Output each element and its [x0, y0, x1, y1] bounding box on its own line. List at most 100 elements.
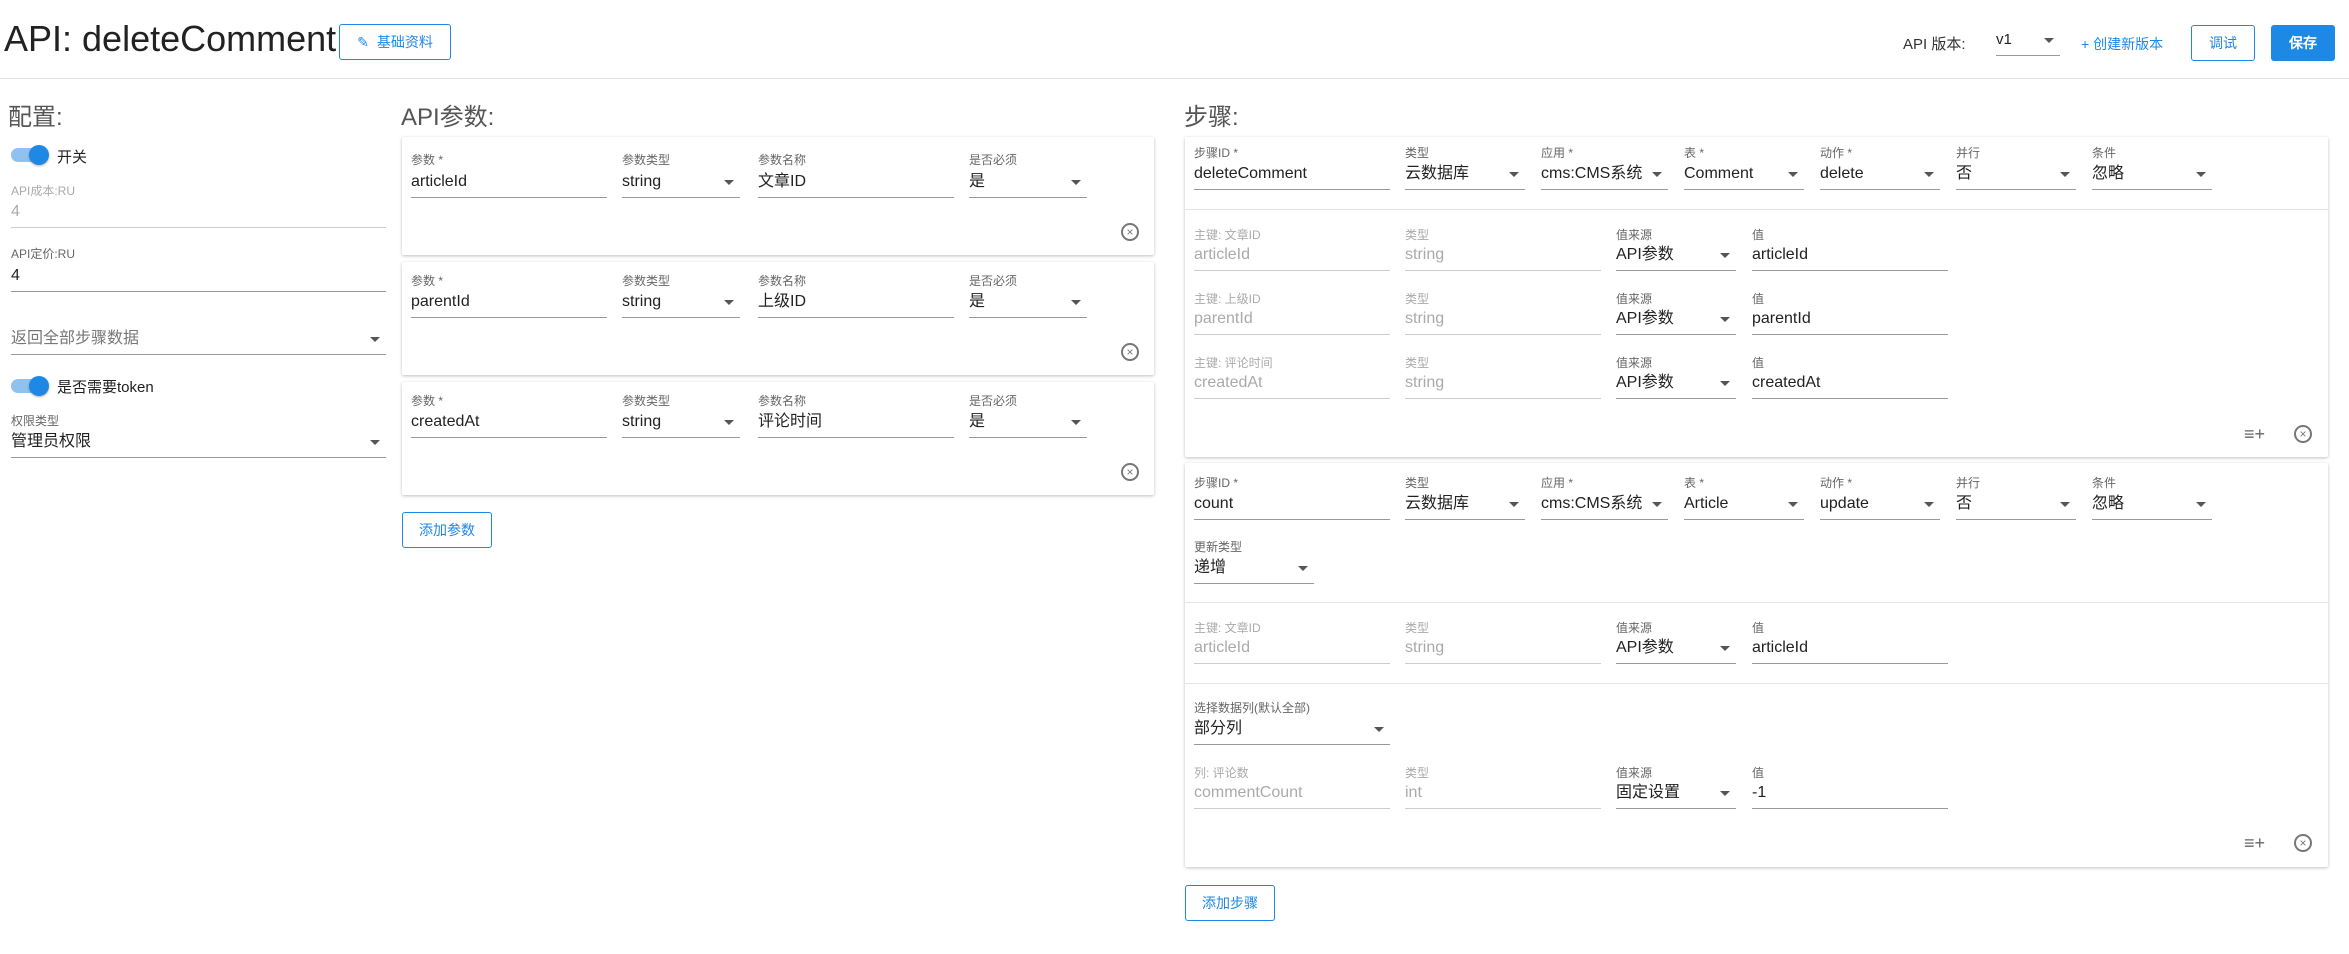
token-switch[interactable]: [11, 376, 49, 396]
return-all-select[interactable]: 返回全部步骤数据: [11, 327, 386, 355]
key-src-select[interactable]: API参数: [1616, 371, 1736, 399]
caret-down-icon: [2060, 172, 2070, 177]
param-required-select[interactable]: 是: [969, 170, 1087, 198]
basic-info-button[interactable]: ✎ 基础资料: [339, 24, 451, 60]
step-type-select[interactable]: 云数据库: [1405, 492, 1525, 520]
step-divider: [1185, 209, 2328, 210]
param-name-input[interactable]: 文章ID: [758, 170, 954, 198]
param-name-input[interactable]: 评论时间: [758, 410, 954, 438]
list-add-icon[interactable]: ≡+: [2244, 834, 2265, 852]
api-version-label: API 版本:: [1903, 36, 1966, 53]
caret-down-icon: [1298, 566, 1308, 571]
save-button[interactable]: 保存: [2271, 25, 2335, 61]
key-type-label: 类型: [1405, 621, 1430, 635]
key-val-label: 值: [1752, 621, 1765, 635]
circle-close-icon[interactable]: ×: [1121, 343, 1139, 361]
step-action-select[interactable]: delete: [1820, 162, 1940, 190]
key-src-select[interactable]: API参数: [1616, 636, 1736, 664]
add-step-button[interactable]: 添加步骤: [1185, 885, 1275, 921]
cost-label: API成本:RU: [11, 184, 76, 198]
param-name-label: 参数名称: [758, 153, 807, 167]
caret-down-icon: [1720, 791, 1730, 796]
step-table-select[interactable]: Comment: [1684, 162, 1804, 190]
create-version-button[interactable]: + 创建新版本: [2081, 34, 2163, 54]
update-type-label: 更新类型: [1194, 540, 1243, 554]
step-id-label: 步骤ID *: [1194, 146, 1239, 160]
enable-switch[interactable]: [11, 145, 49, 165]
step-condition-select[interactable]: 忽略: [2092, 162, 2212, 190]
param-type-select[interactable]: string: [622, 290, 740, 318]
step-id-input[interactable]: deleteComment: [1194, 162, 1390, 190]
step-app-label: 应用 *: [1541, 146, 1574, 160]
step-parallel-select[interactable]: 否: [1956, 162, 2076, 190]
step-id-label: 步骤ID *: [1194, 476, 1239, 490]
step-parallel-label: 并行: [1956, 476, 1981, 490]
list-add-icon[interactable]: ≡+: [2244, 425, 2265, 443]
col-src-select[interactable]: 固定设置: [1616, 781, 1736, 809]
caret-down-icon: [1652, 172, 1662, 177]
param-type-select[interactable]: string: [622, 410, 740, 438]
step-condition-select[interactable]: 忽略: [2092, 492, 2212, 520]
col-type-field: int: [1405, 781, 1601, 809]
key-label: 主键: 评论时间: [1194, 356, 1273, 370]
key-src-label: 值来源: [1616, 228, 1653, 242]
circle-close-icon[interactable]: ×: [1121, 463, 1139, 481]
key-type-label: 类型: [1405, 356, 1430, 370]
key-label: 主键: 上级ID: [1194, 292, 1261, 306]
key-src-select[interactable]: API参数: [1616, 307, 1736, 335]
price-input[interactable]: 4: [11, 264, 386, 292]
param-label: 参数 *: [411, 153, 444, 167]
step-type-label: 类型: [1405, 146, 1430, 160]
param-input[interactable]: articleId: [411, 170, 607, 198]
circle-close-icon[interactable]: ×: [2294, 425, 2312, 443]
col-val-label: 值: [1752, 766, 1765, 780]
step-app-select[interactable]: cms:CMS系统: [1541, 492, 1668, 520]
caret-down-icon: [724, 300, 734, 305]
col-label: 列: 评论数: [1194, 766, 1249, 780]
step-table-label: 表 *: [1684, 146, 1705, 160]
param-required-select[interactable]: 是: [969, 410, 1087, 438]
param-type-select[interactable]: string: [622, 170, 740, 198]
api-version-select[interactable]: v1: [1996, 28, 2060, 56]
steps-title: 步骤:: [1184, 104, 1239, 131]
step-id-input[interactable]: count: [1194, 492, 1390, 520]
key-val-input[interactable]: createdAt: [1752, 371, 1948, 399]
add-param-button[interactable]: 添加参数: [402, 512, 492, 548]
param-required-label: 是否必须: [969, 274, 1018, 288]
cols-label: 选择数据列(默认全部): [1194, 701, 1310, 715]
token-switch-label: 是否需要token: [57, 379, 154, 396]
param-input[interactable]: createdAt: [411, 410, 607, 438]
key-type-field: string: [1405, 636, 1601, 664]
param-type-label: 参数类型: [622, 153, 671, 167]
caret-down-icon: [370, 337, 380, 342]
param-input[interactable]: parentId: [411, 290, 607, 318]
param-required-select[interactable]: 是: [969, 290, 1087, 318]
key-field: parentId: [1194, 307, 1390, 335]
param-name-input[interactable]: 上级ID: [758, 290, 954, 318]
step-type-select[interactable]: 云数据库: [1405, 162, 1525, 190]
step-table-select[interactable]: Article: [1684, 492, 1804, 520]
caret-down-icon: [2060, 502, 2070, 507]
param-type-label: 参数类型: [622, 274, 671, 288]
step-app-label: 应用 *: [1541, 476, 1574, 490]
key-src-label: 值来源: [1616, 292, 1653, 306]
key-val-input[interactable]: parentId: [1752, 307, 1948, 335]
step-parallel-select[interactable]: 否: [1956, 492, 2076, 520]
step-app-select[interactable]: cms:CMS系统: [1541, 162, 1668, 190]
key-val-input[interactable]: articleId: [1752, 636, 1948, 664]
col-val-input[interactable]: -1: [1752, 781, 1948, 809]
key-val-input[interactable]: articleId: [1752, 243, 1948, 271]
circle-close-icon[interactable]: ×: [2294, 834, 2312, 852]
step-divider: [1185, 602, 2328, 603]
update-type-select[interactable]: 递增: [1194, 556, 1314, 584]
step-parallel-label: 并行: [1956, 146, 1981, 160]
step-action-select[interactable]: update: [1820, 492, 1940, 520]
perm-select[interactable]: 管理员权限: [11, 430, 386, 458]
key-src-select[interactable]: API参数: [1616, 243, 1736, 271]
key-val-label: 值: [1752, 228, 1765, 242]
debug-button[interactable]: 调试: [2191, 25, 2255, 61]
param-label: 参数 *: [411, 394, 444, 408]
cols-select[interactable]: 部分列: [1194, 717, 1390, 745]
circle-close-icon[interactable]: ×: [1121, 223, 1139, 241]
caret-down-icon: [1720, 253, 1730, 258]
